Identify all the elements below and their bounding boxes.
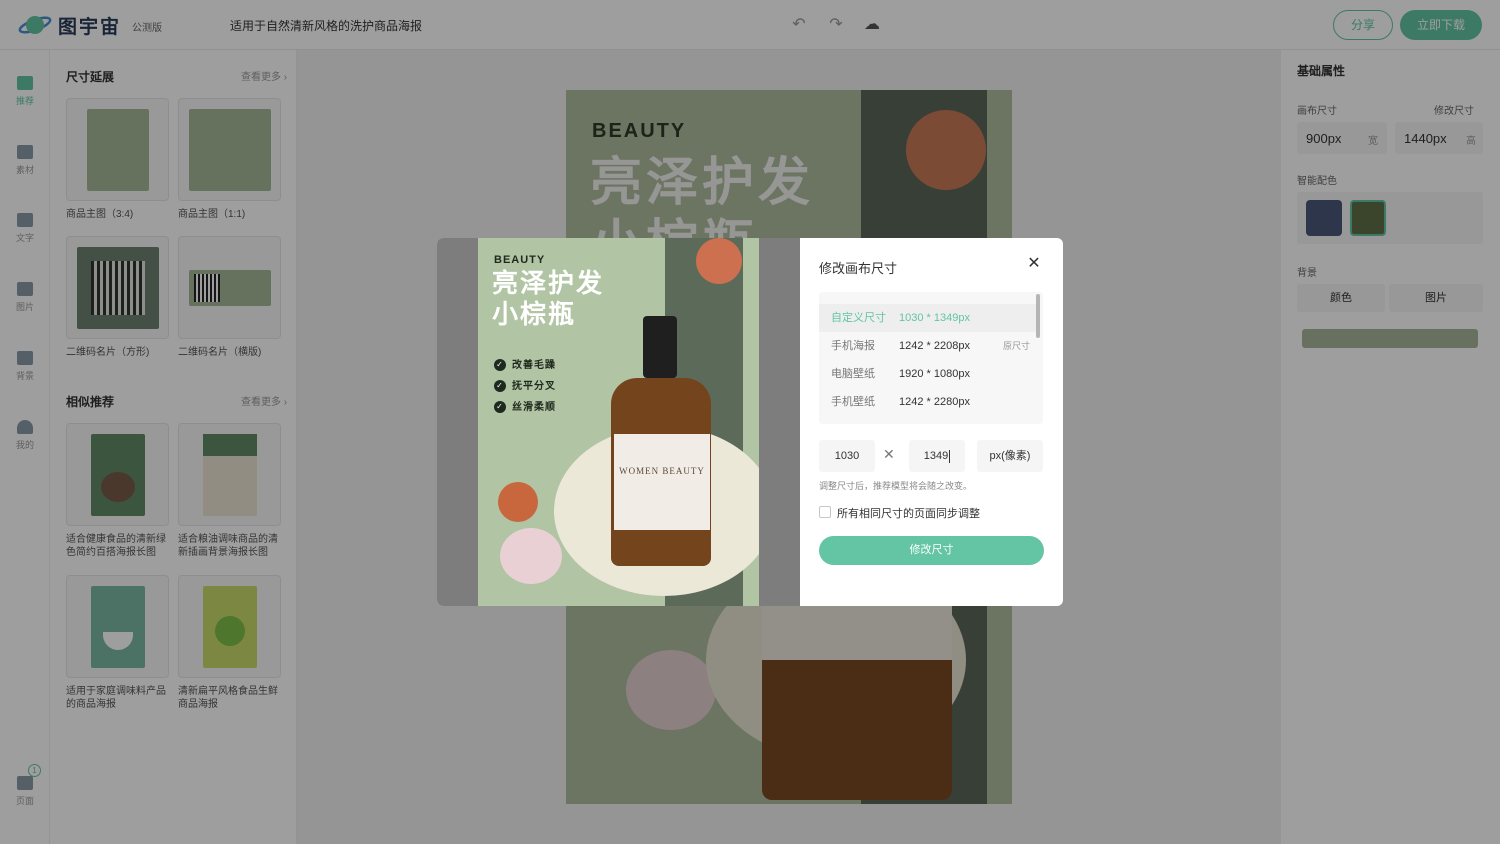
preset-name: 手机壁纸 (831, 396, 875, 408)
multiply-icon: ✕ (883, 446, 895, 462)
resize-hint: 调整尺寸后，推荐模型将会随之改变。 (819, 481, 973, 491)
preset-list-scrollbar[interactable] (1036, 294, 1040, 338)
preview-bottle-brand: WOMEN BEAUTY (619, 466, 705, 476)
modal-preview-poster: WOMEN BEAUTY BEAUTY 亮泽护发 小棕瓶 ✓ 改善毛躁 ✓ 抚平分叉 … (478, 238, 759, 606)
original-size-tag: 原尺寸 (1003, 341, 1031, 351)
preset-value: 1242 * 2280px (899, 396, 970, 408)
sync-pages-checkbox[interactable] (819, 506, 831, 518)
height-input-value: 1349 (923, 450, 949, 462)
check-icon: ✓ (494, 380, 506, 393)
text-caret (949, 449, 951, 463)
preview-check-item: ✓ 改善毛躁 (494, 356, 556, 372)
preview-brand: BEAUTY (494, 254, 546, 266)
preview-bottle-pump (643, 316, 677, 378)
preview-flower (498, 482, 538, 522)
preview-headline: 亮泽护发 小棕瓶 (492, 268, 604, 330)
preset-value: 1242 * 2208px (899, 340, 970, 352)
width-input[interactable]: 1030 (819, 440, 875, 472)
height-input[interactable]: 1349 (909, 440, 965, 472)
resize-canvas-modal: WOMEN BEAUTY BEAUTY 亮泽护发 小棕瓶 ✓ 改善毛躁 ✓ 抚平分叉 … (437, 238, 1063, 606)
preview-check-item: ✓ 丝滑柔顺 (494, 398, 556, 414)
preset-name: 手机海报 (831, 340, 875, 352)
preset-row-phone-wallpaper[interactable]: 手机壁纸 1242 * 2280px (819, 388, 1037, 416)
preset-value: 1030 * 1349px (899, 312, 970, 324)
check-label: 抚平分叉 (512, 381, 556, 392)
check-label: 改善毛躁 (512, 360, 556, 371)
check-icon: ✓ (494, 359, 506, 372)
check-label: 丝滑柔顺 (512, 402, 556, 413)
preset-row-desktop-wallpaper[interactable]: 电脑壁纸 1920 * 1080px (819, 360, 1037, 388)
preview-bottle-label (614, 434, 710, 530)
preset-value: 1920 * 1080px (899, 368, 970, 380)
apply-resize-button[interactable]: 修改尺寸 (819, 536, 1044, 565)
preset-row-phone-poster[interactable]: 手机海报 1242 * 2208px 原尺寸 (819, 332, 1037, 360)
preset-name: 自定义尺寸 (831, 312, 886, 324)
size-preset-list[interactable]: 自定义尺寸 1030 * 1349px 手机海报 1242 * 2208px 原尺寸 … (819, 292, 1043, 424)
unit-select[interactable]: px(像素) (977, 440, 1043, 472)
preset-row-custom[interactable]: 自定义尺寸 1030 * 1349px (819, 304, 1037, 332)
modal-title: 修改画布尺寸 (819, 261, 898, 276)
preview-check-item: ✓ 抚平分叉 (494, 377, 556, 393)
close-icon[interactable]: ✕ (1026, 256, 1042, 272)
preset-name: 电脑壁纸 (831, 368, 875, 380)
preview-flower (696, 238, 742, 284)
preview-flower (500, 528, 562, 584)
sync-pages-label[interactable]: 所有相同尺寸的页面同步调整 (837, 505, 980, 521)
check-icon: ✓ (494, 401, 506, 414)
headline-line: 亮泽护发 (492, 268, 605, 298)
headline-line: 小棕瓶 (492, 299, 577, 329)
